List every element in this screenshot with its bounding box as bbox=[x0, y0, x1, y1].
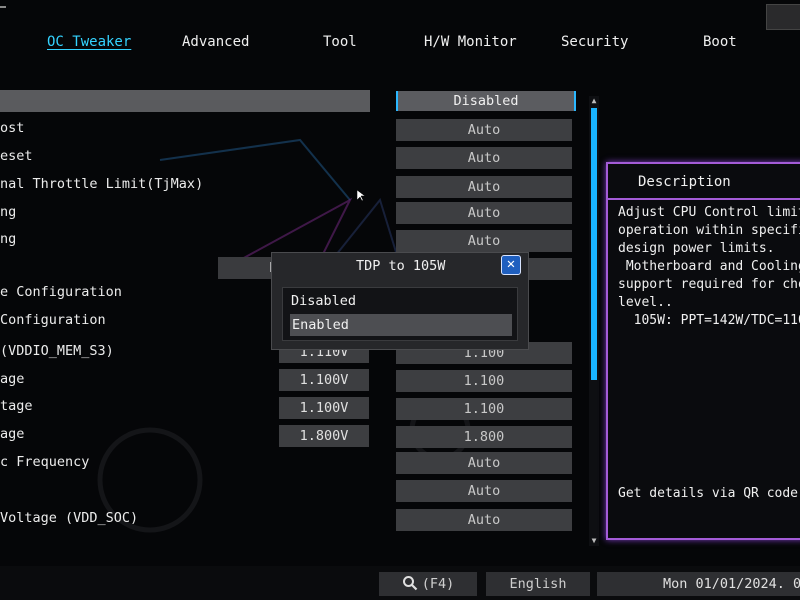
setting-label[interactable]: age bbox=[0, 371, 24, 387]
voltage-readout: 1.100V bbox=[279, 369, 369, 391]
scrollbar[interactable]: ▲ ▼ bbox=[589, 96, 599, 546]
setting-label[interactable]: eset bbox=[0, 148, 33, 164]
voltage-readout: 1.800V bbox=[279, 425, 369, 447]
mouse-cursor-icon bbox=[357, 190, 365, 202]
exit-button[interactable] bbox=[766, 4, 800, 30]
selected-setting-row[interactable] bbox=[0, 90, 370, 112]
setting-value[interactable]: 1.800 bbox=[396, 426, 572, 448]
setting-value[interactable]: Auto bbox=[396, 230, 572, 252]
qr-hint: Get details via QR code bbox=[618, 486, 799, 501]
setting-value[interactable]: 1.100 bbox=[396, 370, 572, 392]
setting-label[interactable]: Voltage (VDD_SOC) bbox=[0, 510, 138, 526]
setting-label[interactable]: (VDDIO_MEM_S3) bbox=[0, 343, 114, 359]
scroll-down-icon[interactable]: ▼ bbox=[589, 536, 599, 546]
setting-label[interactable]: ost bbox=[0, 120, 24, 136]
tab-tool[interactable]: Tool bbox=[323, 34, 357, 50]
language-button[interactable]: English bbox=[486, 572, 590, 596]
corner-mark bbox=[0, 6, 6, 8]
search-shortcut: (F4) bbox=[421, 576, 455, 592]
setting-label[interactable]: nal Throttle Limit(TjMax) bbox=[0, 176, 203, 192]
popup-option-disabled[interactable]: Disabled bbox=[291, 293, 356, 309]
description-text: Adjust CPU Control limits operation with… bbox=[618, 205, 800, 328]
description-title: Description bbox=[638, 174, 731, 190]
setting-value[interactable]: Auto bbox=[396, 452, 572, 474]
tab-hw-monitor[interactable]: H/W Monitor bbox=[424, 34, 517, 50]
setting-value[interactable]: Auto bbox=[396, 147, 572, 169]
setting-label[interactable]: tage bbox=[0, 398, 33, 414]
setting-value[interactable]: 1.100 bbox=[396, 398, 572, 420]
setting-label[interactable]: e Configuration bbox=[0, 284, 122, 300]
search-button[interactable]: (F4) bbox=[379, 572, 477, 596]
setting-value[interactable]: Auto bbox=[396, 509, 572, 531]
date-time-display[interactable]: Mon 01/01/2024. 00: bbox=[597, 572, 800, 596]
popup-title: TDP to 105W bbox=[356, 258, 446, 274]
popup-option-enabled[interactable]: Enabled bbox=[290, 314, 512, 336]
selected-setting-value[interactable]: Disabled bbox=[396, 91, 576, 111]
setting-label[interactable]: age bbox=[0, 426, 24, 442]
scrollbar-thumb[interactable] bbox=[591, 108, 597, 380]
scroll-up-icon[interactable]: ▲ bbox=[589, 96, 599, 106]
setting-value[interactable]: Auto bbox=[396, 202, 572, 224]
tab-boot[interactable]: Boot bbox=[703, 34, 737, 50]
setting-value[interactable]: Auto bbox=[396, 119, 572, 141]
voltage-readout: 1.100V bbox=[279, 397, 369, 419]
setting-value[interactable]: Auto bbox=[396, 176, 572, 198]
setting-label[interactable]: ng bbox=[0, 204, 16, 220]
popup-options-list: Disabled Enabled bbox=[282, 287, 518, 341]
tab-advanced[interactable]: Advanced bbox=[182, 34, 249, 50]
description-divider bbox=[608, 198, 800, 200]
setting-label[interactable]: Configuration bbox=[0, 312, 106, 328]
tab-security[interactable]: Security bbox=[561, 34, 628, 50]
tdp-popup-dialog: TDP to 105W ✕ Disabled Enabled bbox=[271, 252, 529, 350]
setting-value[interactable]: Auto bbox=[396, 480, 572, 502]
search-icon bbox=[402, 576, 418, 591]
top-menu-bar: OC Tweaker Advanced Tool H/W Monitor Sec… bbox=[0, 0, 800, 62]
setting-label[interactable]: ng bbox=[0, 231, 16, 247]
description-panel: Description Adjust CPU Control limits op… bbox=[606, 162, 800, 540]
tab-oc-tweaker[interactable]: OC Tweaker bbox=[47, 34, 131, 50]
setting-label[interactable]: c Frequency bbox=[0, 454, 89, 470]
close-icon[interactable]: ✕ bbox=[501, 255, 521, 275]
